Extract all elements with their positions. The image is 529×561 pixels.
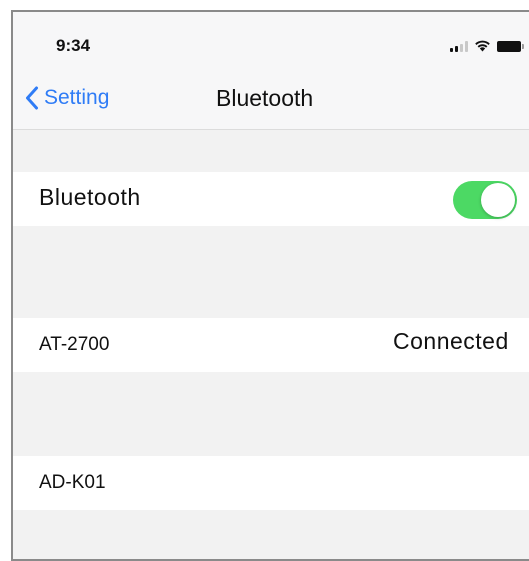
chevron-left-icon	[26, 86, 38, 110]
battery-icon	[497, 41, 524, 52]
back-button[interactable]: Setting	[25, 86, 109, 110]
page-title: Bluetooth	[216, 85, 314, 111]
bluetooth-toggle[interactable]	[453, 181, 517, 219]
device-status: Connected	[393, 328, 509, 354]
back-label: Setting	[44, 86, 110, 109]
wifi-icon	[475, 40, 490, 52]
status-icons	[450, 39, 524, 52]
toggle-knob	[481, 183, 515, 217]
signal-icon	[450, 41, 468, 52]
device-row-ad-k01[interactable]: AD-K01	[13, 456, 529, 510]
device-row-at-2700[interactable]: AT-2700 Connected	[13, 318, 529, 372]
bluetooth-label: Bluetooth	[39, 184, 141, 210]
device-name: AT-2700	[39, 334, 110, 355]
device-name: AD-K01	[39, 472, 106, 493]
status-time: 9:34	[56, 36, 91, 55]
status-bar: 9:34	[13, 12, 529, 74]
navigation-bar: Setting Bluetooth	[13, 74, 529, 130]
bluetooth-toggle-row: Bluetooth	[13, 172, 529, 226]
phone-screen: 9:34 Setting Bluetooth Bluetooth AT-2700…	[11, 10, 529, 561]
